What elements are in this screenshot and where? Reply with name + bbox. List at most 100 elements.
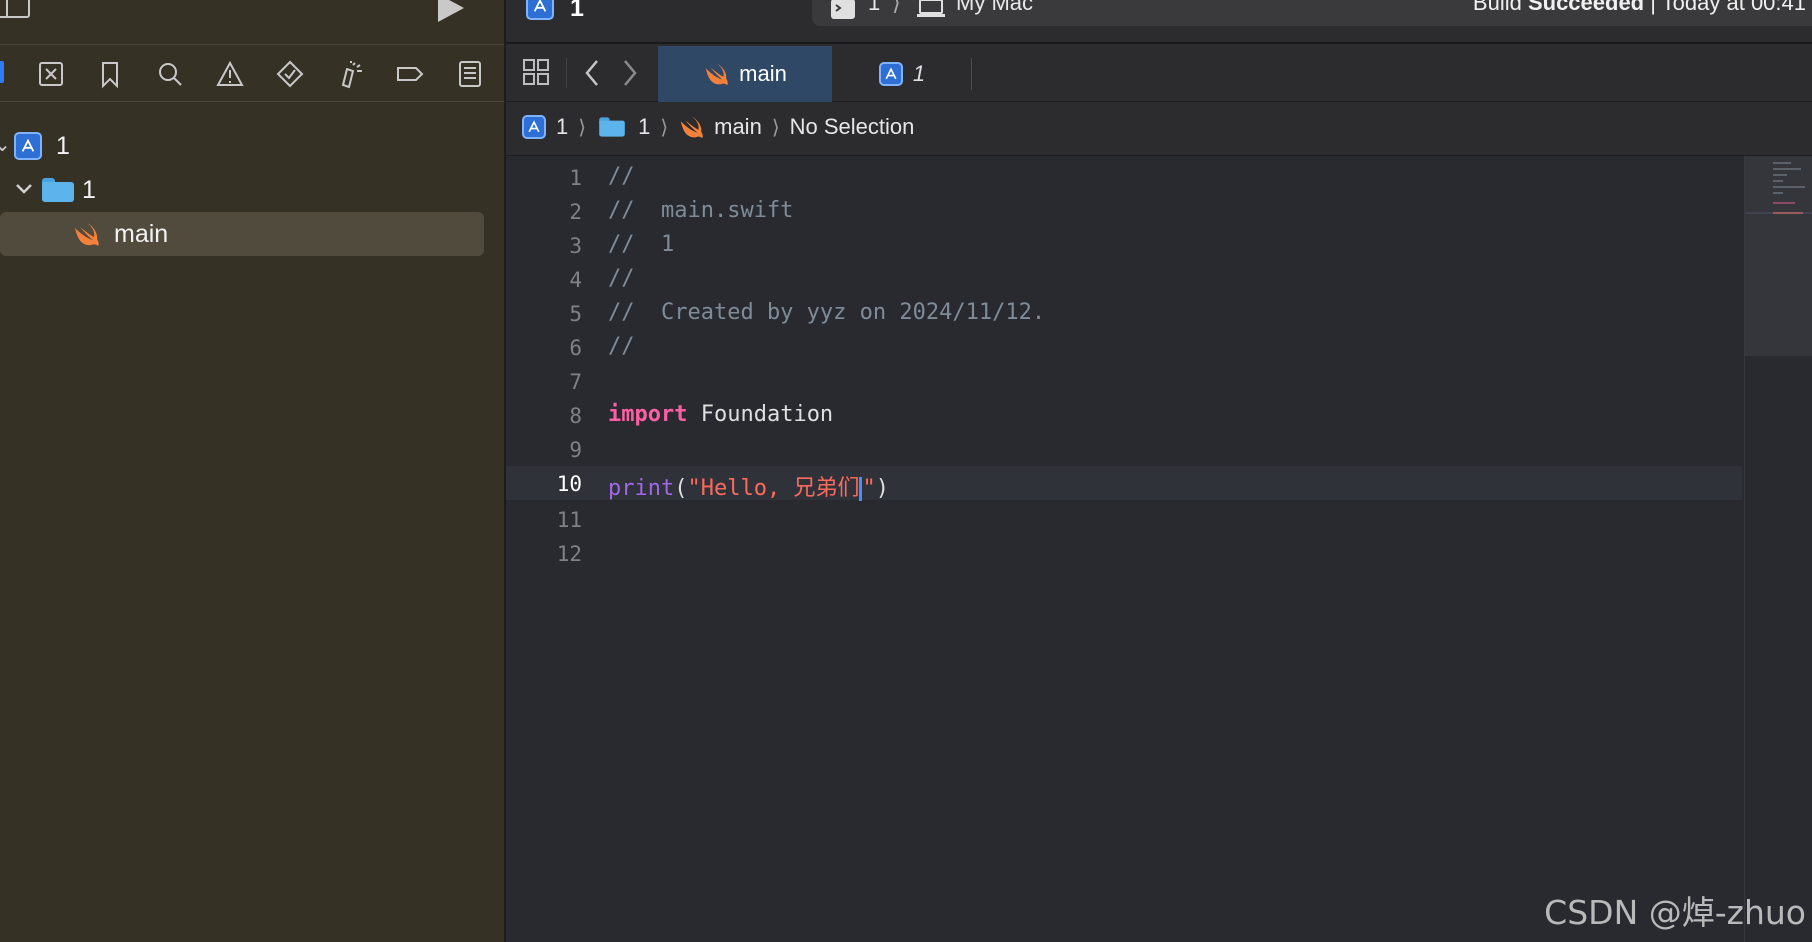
breadcrumb-project[interactable]: 1 [556,114,568,140]
source-control-icon[interactable] [34,57,68,91]
code-text: // 1 [608,232,674,257]
chevron-down-icon[interactable]: ⌄ [0,132,11,157]
forward-arrow-icon[interactable] [620,58,640,88]
destination-device[interactable]: My Mac [956,0,1033,16]
code-line[interactable]: 5 // Created by yyz on 2024/11/12. [506,296,1742,330]
destination-separator: ⟩ [892,0,901,15]
tab-project[interactable]: 1 [832,46,972,102]
code-text: print("Hello, 兄弟们 ") [608,470,889,502]
tab-label: main [739,61,787,86]
line-number: 6 [569,336,582,360]
minimap-line [1773,192,1783,194]
code-string: " [862,476,876,501]
tree-item-label: 1 [56,131,70,160]
code-text: // [608,334,635,359]
code-text: // Created by yyz on 2024/11/12. [608,300,1045,325]
code-text: // [608,164,635,189]
back-arrow-icon[interactable] [582,58,602,88]
minimap-line [1773,202,1795,204]
app-project-icon [14,132,42,160]
tree-item-project[interactable]: ⌄ 1 [0,124,484,168]
code-text: // [608,266,635,291]
test-icon[interactable] [273,57,307,91]
chevron-down-icon[interactable] [14,182,34,196]
code-line[interactable]: 4 // [506,262,1742,296]
code-comment: // [608,334,635,359]
code-line[interactable]: 7 [506,364,1742,398]
line-number: 1 [569,166,582,190]
tab-label: 1 [912,61,926,86]
warning-icon[interactable] [213,57,247,91]
swift-icon [680,116,703,139]
breadcrumb-group[interactable]: 1 [638,114,650,140]
code-comment: // Created by yyz on 2024/11/12. [608,300,1046,325]
code-line[interactable]: 11 [506,502,1742,536]
debug-icon[interactable] [333,57,367,91]
project-navigator-tab[interactable] [0,61,4,83]
sidebar-toggle-icon[interactable] [0,0,30,18]
app-project-icon [522,115,546,139]
app-project-icon [878,62,903,86]
code-comment: // [608,266,635,291]
minimap-line [1773,174,1787,176]
line-number: 2 [569,200,582,224]
line-number: 3 [569,234,582,258]
breadcrumb-selection[interactable]: No Selection [790,114,915,140]
breadcrumb-file[interactable]: main [714,114,762,140]
code-line[interactable]: 9 [506,432,1742,466]
line-number: 7 [569,370,582,394]
line-number: 10 [556,472,582,496]
code-comment: // 1 [608,232,675,257]
folder-icon [599,117,625,137]
code-keyword: import [608,402,688,427]
activity-viewer: 1 ⟩ My Mac Build Succeeded | Today at 00… [812,0,1812,26]
scheme-app-icon [526,0,554,20]
code-string: "Hello, 兄弟们 [687,476,860,501]
grid-icon[interactable] [522,58,550,86]
line-number: 12 [556,542,582,566]
code-line[interactable]: 12 [506,536,1742,570]
destination-project[interactable]: 1 [868,0,880,16]
line-number: 5 [569,302,582,326]
code-line[interactable]: 6 // [506,330,1742,364]
code-line[interactable]: 8 import Foundation [506,398,1742,432]
tab-separator [971,58,972,90]
line-number: 4 [569,268,582,292]
source-editor[interactable]: 1 // 2 // main.swift 3 // 1 4 // 5 // Created by … [506,156,1742,942]
code-line[interactable]: 1 // [506,160,1742,194]
search-icon[interactable] [153,57,187,91]
code-punctuation: ( [674,476,688,501]
scheme-name[interactable]: 1 [570,0,584,23]
minimap[interactable] [1744,156,1812,942]
minimap-line [1773,162,1791,164]
folder-icon [42,178,74,202]
editor-tab-bar: main 1 [506,44,1812,102]
swift-icon [705,63,728,86]
window-toolbar: 1 1 ⟩ My Mac Build Succeeded | Today at … [506,0,1812,44]
terminal-icon [831,0,855,19]
tab-main[interactable]: main [658,46,832,102]
code-line[interactable]: 2 // main.swift [506,194,1742,228]
line-number: 9 [569,438,582,462]
jump-bar: 1 ⟩ 1 ⟩ main ⟩ No Selection [506,102,1812,156]
tree-item-label: 1 [82,175,96,204]
navigator-sidebar: ⌄ 1 1 main [0,0,504,942]
code-punctuation: ) [875,476,889,501]
code-text: // main.swift [608,198,793,223]
laptop-icon [917,0,945,17]
code-line[interactable]: 3 // 1 [506,228,1742,262]
code-comment: // [608,164,635,189]
window-toolbar-left [0,0,504,44]
minimap-line [1773,186,1805,188]
swift-icon [75,223,99,246]
tree-item-group[interactable]: 1 [0,168,484,212]
breakpoint-icon[interactable] [393,57,427,91]
bookmark-icon[interactable] [93,57,127,91]
minimap-line [1773,180,1783,182]
report-icon[interactable] [453,57,487,91]
tree-item-file-main[interactable]: main [0,212,484,256]
tree-item-label: main [114,219,169,248]
line-number: 11 [556,508,582,532]
code-line[interactable]: 10 print("Hello, 兄弟们 ") [506,466,1742,502]
run-button[interactable] [438,0,464,22]
